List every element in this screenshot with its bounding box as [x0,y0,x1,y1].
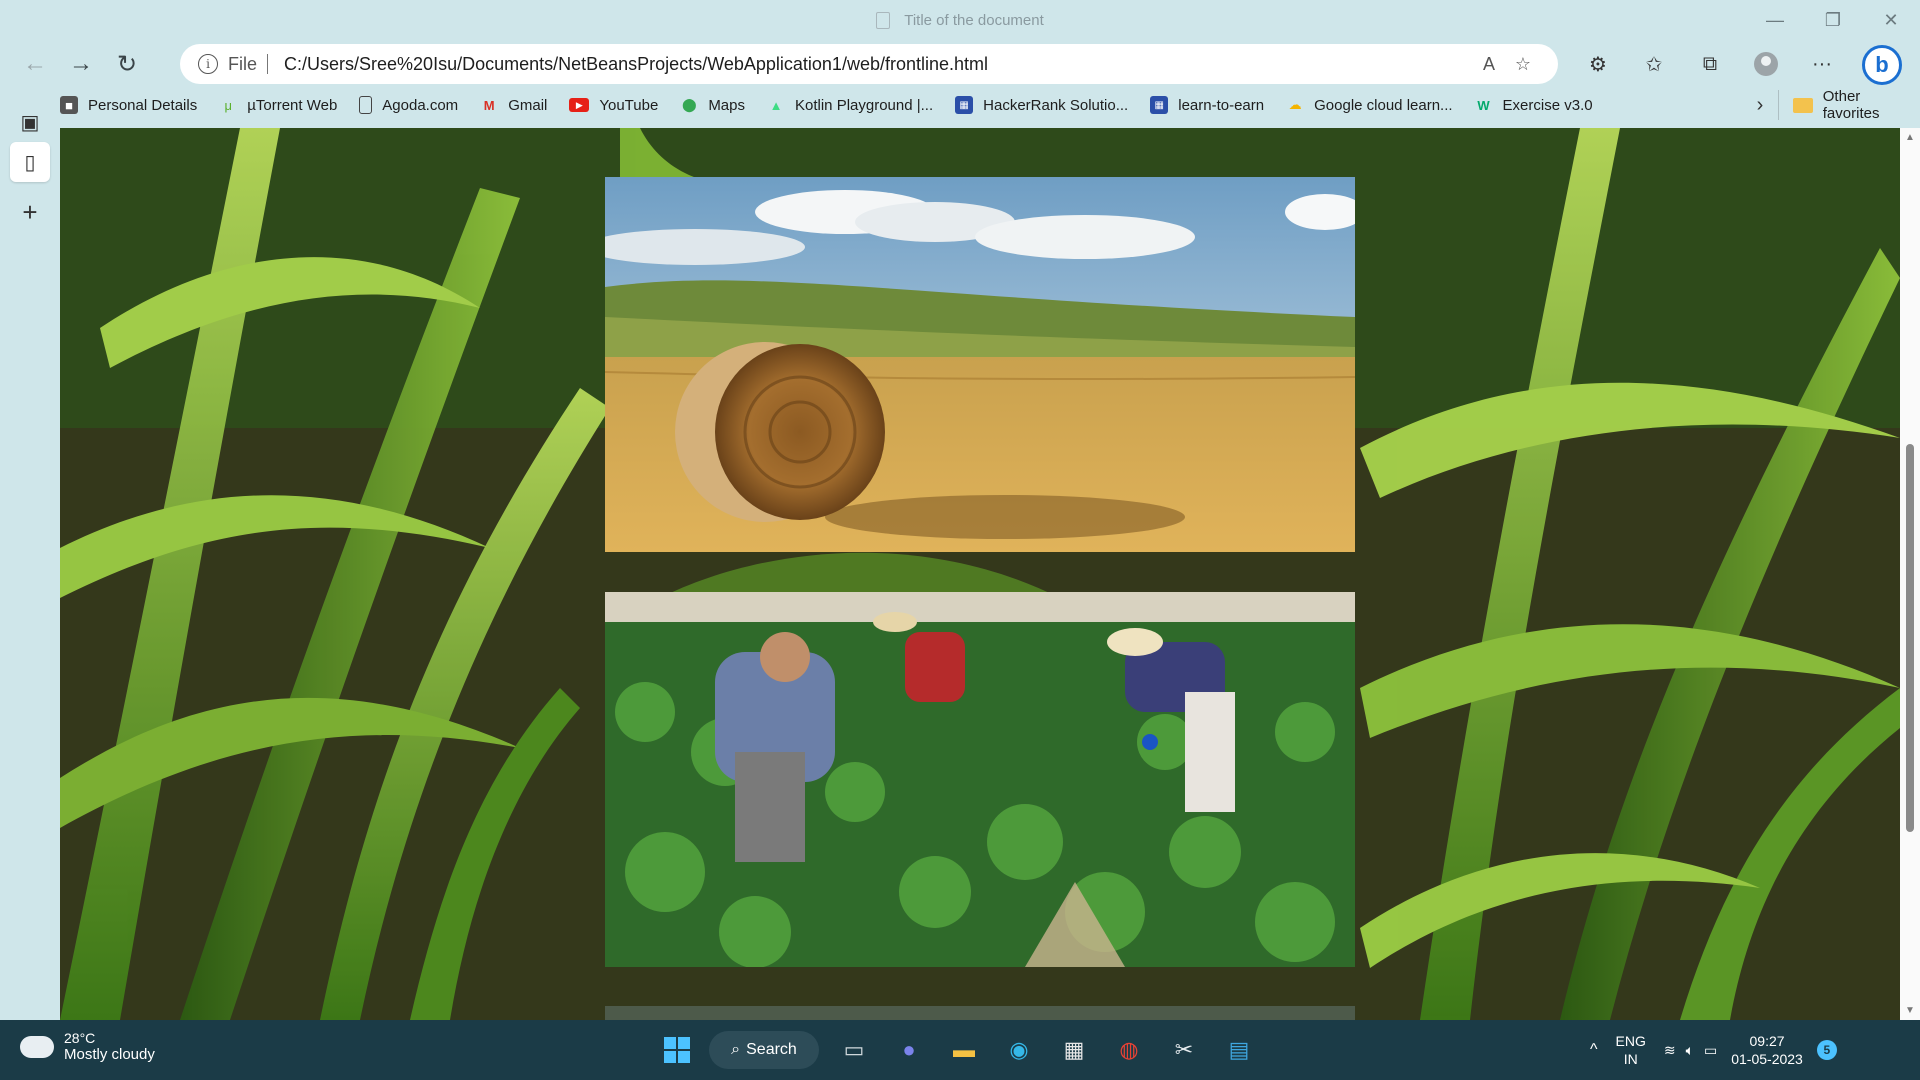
farmers-photo [605,592,1355,967]
page-viewport [60,128,1900,1020]
add-favorite-icon[interactable]: ☆ [1506,54,1540,75]
notepad-icon[interactable]: ▤ [1216,1028,1262,1072]
other-favorites[interactable]: Other favorites [1778,88,1920,122]
start-button[interactable] [654,1028,700,1072]
android-icon: ▲ [769,97,783,113]
microsoft-store-icon[interactable]: ▦ [1051,1028,1097,1072]
taskbar-search[interactable]: ⌕ Search [709,1031,819,1069]
teams-chat-icon[interactable]: ● [886,1028,932,1072]
site-icon: ▦ [1150,96,1169,114]
toolbar-icons: ⚙ ✩ ⧉ ··· [1570,42,1850,86]
vertical-tabs-sidebar: ▣ ▯ + [0,90,60,1020]
page-icon [359,96,373,114]
taskbar: 28°C Mostly cloudy ⌕ Search ▭ ● ▬ ◉ ▦ ◍ … [0,1020,1920,1080]
avatar [1754,52,1778,76]
collections-icon[interactable]: ⧉ [1682,44,1738,84]
weather-widget[interactable]: 28°C Mostly cloudy [17,1029,155,1063]
fav-item[interactable]: μ µTorrent Web [219,96,337,114]
w3-icon: W [1477,97,1490,113]
gmail-icon: M [483,97,495,113]
fav-item[interactable]: ☁ Google cloud learn... [1286,96,1453,114]
maps-pin-icon: ⬤ [682,97,697,112]
snipping-tool-icon[interactable]: ✂ [1161,1028,1207,1072]
folder-icon [1793,97,1813,113]
youtube-icon: ▶ [569,98,590,112]
fav-item[interactable]: M Gmail [480,96,548,114]
scroll-up-arrow-icon[interactable]: ▲ [1905,132,1915,143]
chevron-right-icon[interactable]: › [1740,90,1780,120]
new-tab-icon[interactable]: + [10,192,50,232]
battery-icon[interactable]: ▭ [1704,1042,1717,1059]
task-view-icon[interactable]: ▭ [831,1028,877,1072]
title-bar: Title of the document — ❐ ✕ [0,0,1920,40]
system-tray: ^ ENG IN ≋ 🔈︎ ▭ 09:27 01-05-2023 5 [1590,1028,1837,1072]
google-cloud-icon: ☁ [1288,97,1302,112]
restore-icon[interactable]: ❐ [1804,0,1862,40]
file-label: File [228,53,258,74]
favorites-icon[interactable]: ✩ [1626,44,1682,84]
browser-window: Title of the document — ❐ ✕ ← → ↻ i File… [0,0,1920,1080]
chrome-icon[interactable]: ◍ [1106,1028,1152,1072]
search-icon: ⌕ [731,1041,741,1058]
cloudy-weather-icon [17,1029,54,1058]
notification-badge[interactable]: 5 [1816,1040,1837,1060]
extensions-icon[interactable]: ⚙ [1570,44,1626,84]
fav-item[interactable]: ▦ learn-to-earn [1150,96,1264,114]
wifi-icon[interactable]: ≋ [1664,1042,1676,1059]
fav-item[interactable]: ▶ YouTube [569,97,658,114]
window-title: Title of the document [904,11,1044,29]
address-bar[interactable]: i File C:/Users/Sree%20Isu/Documents/Net… [180,44,1558,84]
navigation-bar: ← → ↻ i File C:/Users/Sree%20Isu/Documen… [0,42,1920,86]
fav-item[interactable]: ⬤ Maps [680,96,745,114]
chevron-up-icon[interactable]: ^ [1590,1041,1598,1059]
file-explorer-icon[interactable]: ▬ [941,1028,987,1072]
fav-item[interactable]: ▲ Kotlin Playground |... [767,96,934,114]
farmers-cabbage-field-image [605,592,1355,967]
edge-icon[interactable]: ◉ [996,1028,1042,1072]
taskbar-apps: ⌕ Search ▭ ● ▬ ◉ ▦ ◍ ✂ ▤ [654,1028,1271,1072]
windows-logo-icon [664,1037,690,1063]
back-arrow-icon[interactable]: ← [12,44,58,84]
tab-actions-icon[interactable]: ▣ [10,102,50,142]
refresh-icon[interactable]: ↻ [104,44,150,84]
third-image-partial [605,1006,1355,1020]
utorrent-icon: μ [224,97,232,113]
profile-button[interactable] [1738,44,1794,84]
read-aloud-icon[interactable]: A [1472,54,1506,75]
site-icon: ▦ [955,96,974,114]
bing-icon[interactable]: b [1862,45,1902,85]
fav-item[interactable]: ■ Personal Details [60,96,197,114]
close-icon[interactable]: ✕ [1862,0,1920,40]
document-icon [876,11,891,29]
profile-icon: ■ [60,96,78,114]
fav-item[interactable]: ▦ HackerRank Solutio... [955,96,1128,114]
weather-temp: 28°C [64,1030,96,1046]
window-controls: — ❐ ✕ [1746,0,1920,40]
hay-bale-field-image [605,177,1355,552]
favorites-bar: ■ Personal Details μ µTorrent Web Agoda.co… [60,88,1920,122]
forward-arrow-icon[interactable]: → [58,44,104,84]
vertical-scrollbar[interactable]: ▲ ▼ [1900,128,1920,1020]
fav-item[interactable]: Agoda.com [359,96,458,114]
language-indicator[interactable]: ENG IN [1616,1032,1646,1068]
tab-page-icon[interactable]: ▯ [10,142,50,182]
scroll-down-arrow-icon[interactable]: ▼ [1905,1005,1915,1016]
fav-item[interactable]: W Exercise v3.0 [1475,96,1592,114]
info-icon[interactable]: i [198,54,218,74]
hay-bale-photo [605,177,1355,552]
volume-icon[interactable]: 🔈︎ [1686,1042,1694,1059]
minimize-icon[interactable]: — [1746,0,1804,40]
divider [267,54,269,74]
clock[interactable]: 09:27 01-05-2023 [1731,1032,1803,1068]
scroll-thumb[interactable] [1906,444,1914,832]
weather-desc: Mostly cloudy [64,1046,155,1063]
url-text[interactable]: C:/Users/Sree%20Isu/Documents/NetBeansPr… [284,54,1472,75]
more-options-icon[interactable]: ··· [1794,44,1850,84]
